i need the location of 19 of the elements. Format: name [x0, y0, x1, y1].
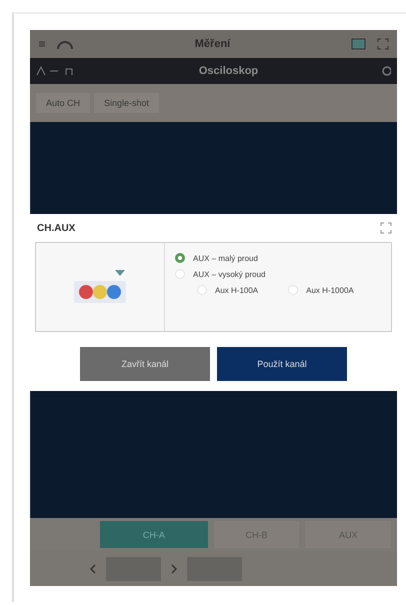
dialog-title: CH.AUX	[36, 222, 76, 234]
channel-tab[interactable]: CH-A	[100, 521, 208, 548]
expand-icon[interactable]	[377, 38, 389, 50]
chevron-left-icon[interactable]	[90, 564, 96, 574]
radio-option[interactable]: AUX – vysoký proud	[175, 269, 354, 279]
radio-option[interactable]: Aux H-100A	[197, 285, 258, 295]
expand-icon[interactable]	[380, 222, 392, 234]
radio-option[interactable]: Aux H-1000A	[288, 285, 354, 295]
chevron-right-icon[interactable]	[171, 564, 177, 574]
radio-option[interactable]: AUX – malý proud	[175, 253, 354, 263]
toolbar-button[interactable]: Auto CH	[36, 93, 90, 113]
screen-title: Osciloskop	[198, 65, 260, 77]
apply-button[interactable]: Použít kanál	[217, 347, 347, 381]
toolbar-button[interactable]: Single-shot	[94, 93, 160, 113]
close-button[interactable]: Zavřít kanál	[80, 347, 210, 381]
radio-button[interactable]	[175, 253, 185, 263]
window-title: Měření	[194, 38, 232, 50]
connector-icon	[72, 269, 128, 305]
menu-icon[interactable]	[38, 40, 46, 48]
